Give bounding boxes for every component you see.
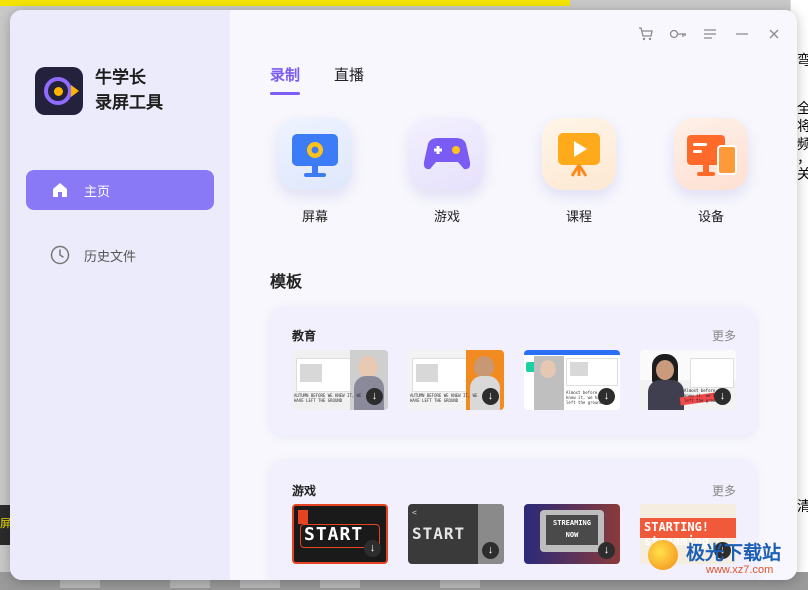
template-thumb[interactable]: START ↓ — [292, 504, 388, 564]
template-caption: AUTUMN BEFORE WE KNEW IT, WE HAVE LEFT T… — [294, 393, 362, 403]
download-icon[interactable]: ↓ — [364, 540, 381, 557]
main-panel: 录制 直播 屏幕 游戏 课程 设备 模板 教育 更多 AUTUMN BEFORE… — [230, 10, 797, 580]
template-thumb[interactable]: < START ↓ — [408, 504, 504, 564]
close-icon[interactable] — [765, 26, 783, 42]
download-icon[interactable]: ↓ — [598, 542, 615, 559]
menu-icon[interactable] — [701, 26, 719, 42]
template-thumbs: AUTUMN BEFORE WE KNEW IT, WE HAVE LEFT T… — [292, 350, 736, 410]
key-icon[interactable] — [669, 26, 687, 42]
template-caption: AUTUMN BEFORE WE KNEW IT, WE HAVE LEFT T… — [410, 393, 478, 403]
tab-record[interactable]: 录制 — [270, 64, 301, 95]
window-controls — [637, 26, 783, 42]
app-name-line2: 录屏工具 — [95, 93, 163, 112]
watermark-title: 极光下载站 — [686, 542, 782, 564]
mode-label: 屏幕 — [301, 209, 328, 224]
sidebar-item-history[interactable]: 历史文件 — [26, 235, 214, 275]
more-link[interactable]: 更多 — [712, 482, 736, 499]
mode-course-button[interactable]: 课程 — [542, 118, 616, 225]
mode-label: 游戏 — [433, 209, 460, 224]
home-icon — [50, 180, 70, 200]
app-name-line1: 牛学长 — [95, 68, 146, 87]
section-title: 教育 — [292, 329, 317, 343]
template-caption: START — [304, 524, 364, 545]
app-logo-icon — [35, 67, 83, 115]
sidebar-item-label: 主页 — [84, 183, 111, 199]
course-play-icon — [542, 118, 616, 190]
more-link[interactable]: 更多 — [712, 327, 736, 344]
mode-label: 课程 — [565, 209, 592, 224]
download-icon[interactable]: ↓ — [598, 388, 615, 405]
mode-screen-button[interactable]: 屏幕 — [278, 118, 352, 225]
background-glyph: 关 — [797, 167, 808, 183]
mode-label: 设备 — [697, 209, 724, 224]
template-caption: START — [412, 524, 466, 543]
background-glyph: 全 — [797, 101, 808, 117]
app-name: 牛学长 录屏工具 — [95, 65, 215, 115]
cart-icon[interactable] — [637, 26, 655, 42]
minimize-icon[interactable] — [733, 26, 751, 42]
mode-tabs: 录制 直播 — [270, 64, 364, 95]
templates-heading: 模板 — [270, 274, 303, 291]
sidebar-item-label: 历史文件 — [84, 248, 137, 264]
sidebar-item-home[interactable]: 主页 — [26, 170, 214, 210]
download-icon[interactable]: ↓ — [366, 388, 383, 405]
watermark-url: www.xz7.com — [706, 564, 774, 576]
download-icon[interactable]: ↓ — [482, 388, 499, 405]
record-modes: 屏幕 游戏 课程 设备 — [278, 118, 748, 225]
background-glyph: 将 — [797, 119, 808, 135]
background-title-bar — [0, 0, 570, 6]
background-glyph: 清 — [797, 499, 808, 515]
sidebar: 牛学长 录屏工具 主页 历史文件 — [10, 10, 230, 580]
template-thumb[interactable]: Almost before we knew it, we had left th… — [524, 350, 620, 410]
template-thumb[interactable]: AUTUMN BEFORE WE KNEW IT, WE HAVE LEFT T… — [408, 350, 504, 410]
mode-device-button[interactable]: 设备 — [674, 118, 748, 225]
clock-icon — [50, 245, 70, 265]
download-icon[interactable]: ↓ — [482, 542, 499, 559]
section-title: 游戏 — [292, 484, 317, 498]
device-icon — [674, 118, 748, 190]
template-thumb[interactable]: AUTUMN BEFORE WE KNEW IT, WE HAVE LEFT T… — [292, 350, 388, 410]
mode-game-button[interactable]: 游戏 — [410, 118, 484, 225]
monitor-icon — [278, 118, 352, 190]
download-icon[interactable]: ↓ — [714, 388, 731, 405]
template-section-education: 教育 更多 AUTUMN BEFORE WE KNEW IT, WE HAVE … — [270, 307, 756, 435]
app-window: 牛学长 录屏工具 主页 历史文件 录制 直播 屏幕 游戏 课程 设备 模板 教育… — [10, 10, 797, 580]
gamepad-icon — [410, 118, 484, 190]
tab-live[interactable]: 直播 — [334, 64, 364, 95]
background-glyph: 弯 — [797, 53, 808, 69]
watermark-logo-icon — [648, 540, 678, 570]
template-thumb[interactable]: Almost before we knew it, we had left th… — [640, 350, 736, 410]
watermark: 极光下载站 www.xz7.com — [648, 536, 800, 580]
template-thumb[interactable]: STREAMING NOW ↓ — [524, 504, 620, 564]
template-caption: STREAMING NOW — [553, 519, 591, 539]
